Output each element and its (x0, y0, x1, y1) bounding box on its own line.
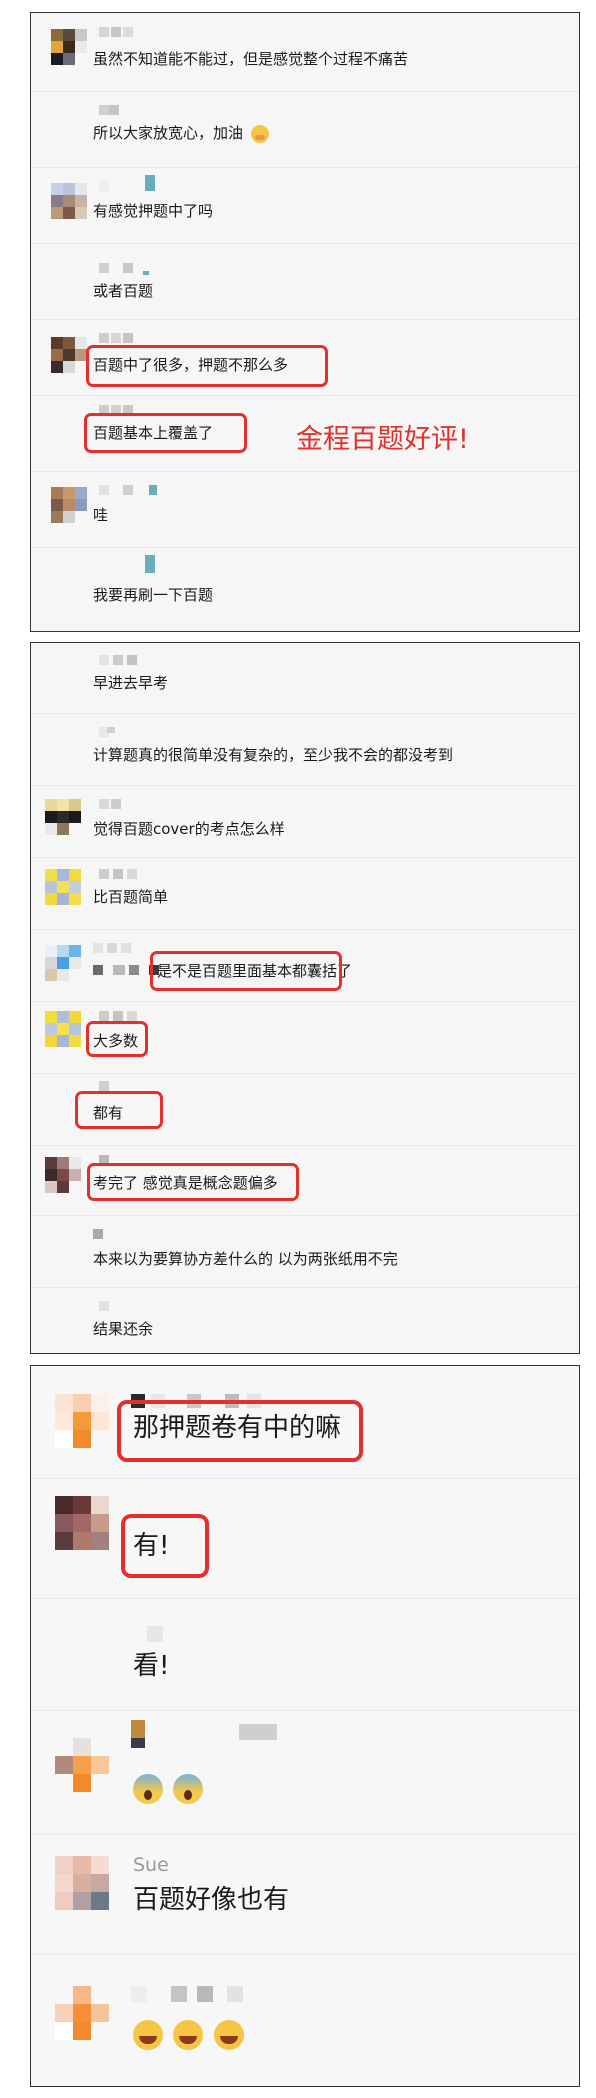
sender-name-blurred (93, 943, 153, 953)
avatar[interactable] (51, 487, 87, 523)
message-row: 有感觉押题中了吗 (31, 167, 579, 244)
message-row (31, 1954, 579, 2086)
sender-name-blurred (147, 1626, 163, 1642)
sender-name-blurred (99, 1301, 111, 1311)
message-text: 所以大家放宽心，加油 (93, 123, 269, 143)
avatar[interactable] (55, 1738, 109, 1792)
message-row: 觉得百题cover的考点怎么样 (31, 785, 579, 858)
message-row: 计算题真的很简单没有复杂的，至少我不会的都没考到 (31, 713, 579, 786)
message-row: 结果还余 (31, 1287, 579, 1353)
message-text: 或者百题 (93, 282, 154, 300)
grinning-squinting-face-emoji (133, 2019, 163, 2050)
sender-name-blurred (99, 333, 133, 343)
message-row: 或者百题 (31, 243, 579, 320)
message-row: 哇 (31, 471, 579, 548)
screaming-face-emoji (133, 1773, 163, 1804)
highlight-box (87, 1163, 299, 1201)
highlight-box (84, 413, 247, 453)
message-row: 所以大家放宽心，加油 (31, 91, 579, 168)
message-row: 虽然不知道能不能过，但是感觉整个过程不痛苦 (31, 13, 579, 92)
highlight-box (75, 1091, 163, 1129)
sender-name-blurred (99, 555, 169, 573)
sender-name-blurred (99, 485, 163, 495)
sender-name-blurred (93, 1229, 105, 1239)
highlight-box (117, 1400, 363, 1462)
message-text: 比百题简单 (93, 888, 169, 906)
message-row: Sue 百题好像也有 (31, 1834, 579, 1955)
avatar[interactable] (55, 1394, 109, 1448)
avatar[interactable] (45, 1157, 81, 1193)
avatar[interactable] (55, 1496, 109, 1550)
message-text: 看! (133, 1651, 170, 1681)
sender-name-blurred (99, 799, 129, 809)
chat-panel-2: 早进去早考 计算题真的很简单没有复杂的，至少我不会的都没考到 觉得百题cover… (30, 642, 580, 1354)
sender-name-blurred (99, 1081, 111, 1091)
message-row: 那押题卷有中的嘛 (31, 1366, 579, 1479)
message-text: 百题好像也有 (133, 1885, 290, 1915)
avatar[interactable] (55, 1856, 109, 1910)
message-text: 我要再刷一下百题 (93, 586, 214, 604)
highlight-box (86, 1021, 148, 1057)
chat-panel-1: 虽然不知道能不能过，但是感觉整个过程不痛苦 所以大家放宽心，加油 有感觉押题中了… (30, 12, 580, 632)
message-text (133, 2018, 244, 2050)
sender-name-blurred (131, 1720, 281, 1748)
message-text: 本来以为要算协方差什么的 以为两张纸用不完 (93, 1250, 398, 1268)
avatar[interactable] (45, 945, 81, 981)
message-text (133, 1772, 204, 1804)
message-row: 有! (31, 1478, 579, 1599)
grinning-squinting-face-emoji (173, 2019, 204, 2050)
message-row: 考完了 感觉真是概念题偏多 (31, 1145, 579, 1216)
message-text: 哇 (93, 506, 109, 524)
sender-name-blurred (99, 263, 159, 275)
avatar[interactable] (45, 799, 81, 835)
message-row: 本来以为要算协方差什么的 以为两张纸用不完 (31, 1215, 579, 1288)
message-text: 虽然不知道能不能过，但是感觉整个过程不痛苦 (93, 50, 409, 68)
sender-name-blurred (99, 869, 139, 879)
message-row: 看! (31, 1598, 579, 1711)
avatar[interactable] (51, 337, 87, 373)
grinning-squinting-face-emoji (213, 2019, 244, 2050)
avatar[interactable] (51, 29, 87, 65)
message-row: 比百题简单 (31, 857, 579, 930)
sender-name-blurred (99, 27, 139, 37)
sender-name-blurred (99, 727, 119, 737)
sender-name: Sue (133, 1854, 169, 1876)
annotation-praise: 金程百题好评! (296, 424, 469, 455)
mouth-covered-face-emoji (250, 124, 269, 143)
sender-name-blurred (99, 105, 123, 115)
message-text: 计算题真的很简单没有复杂的，至少我不会的都没考到 (93, 746, 454, 764)
highlight-box (150, 951, 342, 991)
highlight-box (121, 1514, 209, 1578)
message-text: 有感觉押题中了吗 (93, 202, 214, 220)
sender-name-blurred (99, 1011, 139, 1021)
sender-name-blurred (99, 175, 179, 191)
message-row: 都有 (31, 1073, 579, 1146)
screaming-face-emoji (173, 1773, 204, 1804)
message-row: 是不是百题里面基本都囊括了 (31, 929, 579, 1002)
message-row: 我要再刷一下百题 (31, 547, 579, 631)
message-text-content: 所以大家放宽心，加油 (93, 124, 244, 142)
message-row: 大多数 (31, 1001, 579, 1074)
sender-name-blurred (99, 655, 139, 665)
avatar[interactable] (45, 1011, 81, 1047)
avatar[interactable] (55, 1986, 109, 2040)
message-row: 早进去早考 (31, 643, 579, 714)
sender-name-blurred (131, 1986, 281, 2002)
message-text: 早进去早考 (93, 674, 169, 692)
avatar[interactable] (45, 869, 81, 905)
avatar[interactable] (51, 183, 87, 219)
highlight-box (86, 345, 328, 387)
message-text: 觉得百题cover的考点怎么样 (93, 820, 285, 838)
message-row: 百题中了很多，押题不那么多 (31, 319, 579, 396)
chat-panel-3: 那押题卷有中的嘛 有! 看! Sue 百题好像也有 (30, 1365, 580, 2087)
message-text: 结果还余 (93, 1320, 154, 1338)
message-row (31, 1710, 579, 1835)
